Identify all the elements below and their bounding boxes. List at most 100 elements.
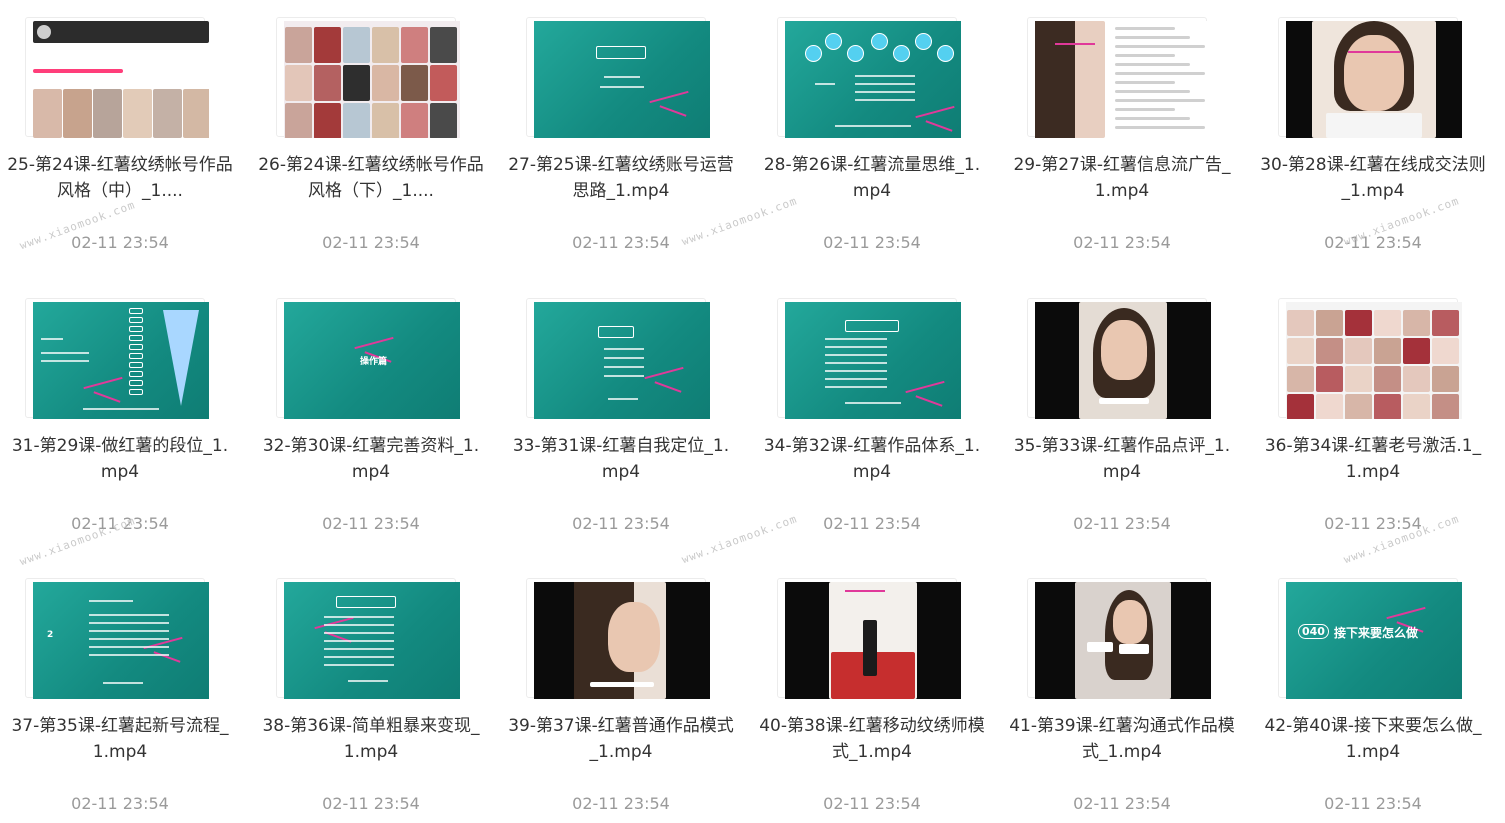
- photo-grid-thumb[interactable]: [276, 17, 460, 138]
- slide-text-line: [825, 346, 887, 348]
- slide-text-line: [89, 622, 169, 624]
- photo-tile: [1316, 338, 1343, 364]
- slide-heading-box: [596, 46, 646, 59]
- portrait-thumb[interactable]: [1027, 578, 1211, 699]
- photo-tile: [183, 89, 209, 138]
- photo-tile: [1374, 394, 1401, 419]
- person-shape: [863, 620, 877, 676]
- photo-tile: [401, 103, 428, 138]
- file-name-text: 42-第40课-接下来要怎么做_1.mp4: [1264, 716, 1482, 762]
- slide-text-line: [825, 370, 887, 372]
- slide-thumb[interactable]: 操作篇: [276, 298, 460, 419]
- annotation-stroke: [644, 366, 684, 380]
- file-name[interactable]: 32-第30课-红薯完善资料_1.mp4: [256, 433, 486, 485]
- slide-text-line: [89, 630, 169, 632]
- file-name[interactable]: 25-第24课-红薯纹绣帐号作品风格（中）_1....: [5, 152, 235, 204]
- file-name-text: 28-第26课-红薯流量思维_1.mp4: [763, 155, 981, 201]
- face-shape: [1113, 600, 1147, 644]
- bubble-icon: [893, 45, 910, 62]
- file-name[interactable]: 39-第37课-红薯普通作品模式_1.mp4: [506, 713, 736, 765]
- slide-text-line: [89, 646, 169, 648]
- file-name[interactable]: 38-第36课-简单粗暴来变现_1.mp4: [256, 713, 486, 765]
- file-name[interactable]: 42-第40课-接下来要怎么做_1.mp4: [1258, 713, 1488, 765]
- bubble-icon: [805, 45, 822, 62]
- file-name[interactable]: 37-第35课-红薯起新号流程_1.mp4: [5, 713, 235, 765]
- slide-text-line: [83, 408, 159, 410]
- photo-tile: [33, 89, 62, 138]
- screenshot-thumb[interactable]: [25, 17, 209, 138]
- slide-thumb[interactable]: [777, 17, 961, 138]
- photo-grid-thumb[interactable]: [1278, 298, 1462, 419]
- photo-tile: [430, 65, 457, 101]
- slide-text-line: [324, 664, 394, 666]
- slide-text-line: [324, 624, 394, 626]
- slide-text-line: [324, 656, 394, 658]
- chat-line: [1115, 45, 1205, 48]
- portrait-thumb[interactable]: [1278, 17, 1462, 138]
- slide-text-line: [41, 352, 89, 354]
- slide-thumb[interactable]: [777, 298, 961, 419]
- file-name[interactable]: 26-第24课-红薯纹绣帐号作品风格（下）_1....: [256, 152, 486, 204]
- photo-tile: [343, 103, 370, 138]
- slide-thumb[interactable]: [276, 578, 460, 699]
- file-name[interactable]: 29-第27课-红薯信息流广告_1.mp4: [1007, 152, 1237, 204]
- level-label: [129, 317, 143, 323]
- file-name-text: 27-第25课-红薯纹绣账号运营思路_1.mp4: [508, 155, 734, 201]
- file-name[interactable]: 41-第39课-红薯沟通式作品模式_1.mp4: [1007, 713, 1237, 765]
- photo-tile: [1403, 394, 1430, 419]
- screenshot-thumb[interactable]: [1027, 17, 1211, 138]
- slide-text-line: [608, 398, 638, 400]
- file-name[interactable]: 31-第29课-做红薯的段位_1.mp4: [5, 433, 235, 485]
- slide-text-line: [835, 125, 911, 127]
- photo-tile: [1287, 394, 1314, 419]
- chat-line: [1115, 99, 1205, 102]
- photo-tile: [401, 27, 428, 63]
- annotation-stroke: [93, 391, 121, 403]
- thumbnail-image: [284, 21, 460, 138]
- chat-line: [1115, 81, 1175, 84]
- annotation-stroke: [915, 395, 943, 407]
- file-name-text: 33-第31课-红薯自我定位_1.mp4: [512, 436, 730, 482]
- portrait-thumb[interactable]: [526, 578, 710, 699]
- slide-title: 接下来要怎么做: [1334, 626, 1419, 640]
- file-date: 02-11 23:54: [71, 233, 169, 252]
- file-date: 02-11 23:54: [1324, 514, 1422, 533]
- file-name[interactable]: 34-第32课-红薯作品体系_1.mp4: [757, 433, 987, 485]
- photo-tile: [1345, 338, 1372, 364]
- annotation-stroke: [1055, 43, 1095, 45]
- file-name[interactable]: 33-第31课-红薯自我定位_1.mp4: [506, 433, 736, 485]
- portrait-thumb[interactable]: [1027, 298, 1211, 419]
- file-name[interactable]: 28-第26课-红薯流量思维_1.mp4: [757, 152, 987, 204]
- slide-text-line: [855, 99, 915, 101]
- portrait-thumb[interactable]: [777, 578, 961, 699]
- file-name[interactable]: 30-第28课-红薯在线成交法则_1.mp4: [1258, 152, 1488, 204]
- photo-tile: [1345, 310, 1372, 336]
- slide-thumb[interactable]: 2: [25, 578, 209, 699]
- slide-text-line: [89, 638, 169, 640]
- file-name[interactable]: 40-第38课-红薯移动纹绣师模式_1.mp4: [757, 713, 987, 765]
- annotation-stroke: [659, 105, 687, 117]
- shirt-shape: [1326, 113, 1422, 138]
- slide-text-line: [324, 616, 394, 618]
- slide-heading-box: [336, 596, 396, 608]
- file-name[interactable]: 36-第34课-红薯老号激活.1_1.mp4: [1258, 433, 1488, 485]
- annotation-stroke: [654, 381, 682, 393]
- photo-tile: [285, 27, 312, 63]
- slide-thumb[interactable]: [526, 17, 710, 138]
- annotation-stroke: [1348, 51, 1400, 53]
- slide-thumb[interactable]: [25, 298, 209, 419]
- slide-text-line: [604, 375, 644, 377]
- file-date: 02-11 23:54: [1073, 233, 1171, 252]
- file-name[interactable]: 27-第25课-红薯纹绣账号运营思路_1.mp4: [506, 152, 736, 204]
- photo-tile: [1374, 338, 1401, 364]
- slide-thumb[interactable]: [526, 298, 710, 419]
- slide-number: 040: [1298, 624, 1329, 639]
- file-name[interactable]: 35-第33课-红薯作品点评_1.mp4: [1007, 433, 1237, 485]
- thumbnail-image: [1286, 21, 1462, 138]
- slide-text-line: [815, 83, 835, 85]
- file-name-text: 31-第29课-做红薯的段位_1.mp4: [11, 436, 229, 482]
- slide-thumb[interactable]: 040 接下来要怎么做: [1278, 578, 1462, 699]
- caption-bar: [590, 682, 654, 687]
- photo-tile: [1403, 338, 1430, 364]
- slide-text-line: [604, 357, 644, 359]
